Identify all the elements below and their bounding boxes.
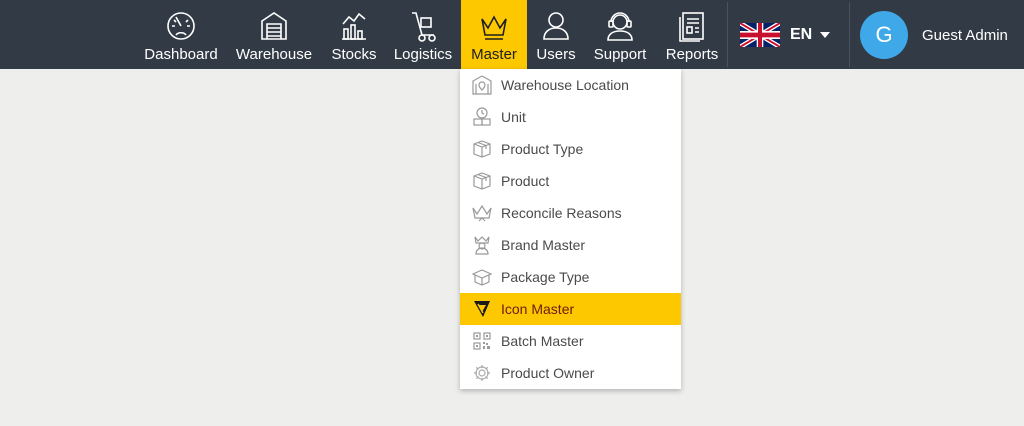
headset-icon — [603, 9, 637, 43]
master-dropdown-menu: Warehouse Location Unit Product Type Pro… — [460, 69, 681, 389]
nav-logistics-label: Logistics — [393, 46, 453, 63]
box-icon — [471, 139, 493, 159]
separator — [727, 2, 728, 67]
menu-item-brand-master[interactable]: Brand Master — [460, 229, 681, 261]
top-navigation-bar: Dashboard Warehouse Stocks Logistics Mas… — [0, 0, 1024, 69]
menu-item-reconcile-reasons[interactable]: Reconcile Reasons — [460, 197, 681, 229]
nav-dashboard[interactable]: Dashboard — [140, 0, 222, 69]
menu-item-icon-master[interactable]: Icon Master — [460, 293, 681, 325]
menu-item-label: Brand Master — [501, 237, 586, 253]
icon-master-logo-icon — [471, 299, 493, 319]
menu-item-unit[interactable]: Unit — [460, 101, 681, 133]
dashboard-gauge-icon — [164, 9, 198, 43]
language-selector[interactable]: EN — [739, 20, 831, 50]
menu-item-label: Batch Master — [501, 333, 584, 349]
menu-item-product[interactable]: Product — [460, 165, 681, 197]
menu-item-label: Package Type — [501, 269, 590, 285]
nav-master-label: Master — [471, 46, 517, 63]
stocks-chart-icon — [337, 9, 371, 43]
menu-item-product-type[interactable]: Product Type — [460, 133, 681, 165]
brand-icon — [471, 235, 493, 255]
nav-warehouse-label: Warehouse — [235, 46, 313, 63]
user-name: Guest Admin — [922, 26, 1008, 44]
nav-support-label: Support — [593, 46, 647, 63]
menu-item-label: Unit — [501, 109, 526, 125]
user-menu[interactable]: G Guest Admin — [860, 10, 1008, 60]
language-code: EN — [790, 26, 813, 43]
nav-reports-label: Reports — [665, 46, 719, 63]
menu-item-label: Product — [501, 173, 550, 189]
package-icon — [471, 267, 493, 287]
user-icon — [539, 9, 573, 43]
menu-item-warehouse-location[interactable]: Warehouse Location — [460, 69, 681, 101]
nav-logistics[interactable]: Logistics — [388, 0, 458, 69]
chevron-down-icon — [820, 32, 831, 38]
nav-users-label: Users — [536, 46, 576, 63]
gear-icon — [471, 363, 493, 383]
warehouse-location-icon — [471, 75, 493, 95]
nav-reports[interactable]: Reports — [660, 0, 724, 69]
menu-item-batch-master[interactable]: Batch Master — [460, 325, 681, 357]
report-icon — [675, 9, 709, 43]
avatar[interactable]: G — [860, 11, 908, 59]
warehouse-icon — [257, 9, 291, 43]
menu-item-label: Warehouse Location — [501, 77, 629, 93]
qr-code-icon — [471, 331, 493, 351]
menu-item-label: Product Owner — [501, 365, 595, 381]
menu-item-label: Product Type — [501, 141, 584, 157]
nav-dashboard-label: Dashboard — [144, 46, 218, 63]
separator — [849, 2, 850, 67]
crown-icon — [477, 9, 511, 43]
unit-scale-icon — [471, 107, 493, 127]
nav-stocks[interactable]: Stocks — [327, 0, 381, 69]
nav-master[interactable]: Master — [461, 0, 527, 69]
nav-users[interactable]: Users — [530, 0, 582, 69]
crown-icon — [471, 203, 493, 223]
menu-item-label: Reconcile Reasons — [501, 205, 622, 221]
menu-item-package-type[interactable]: Package Type — [460, 261, 681, 293]
menu-item-product-owner[interactable]: Product Owner — [460, 357, 681, 389]
nav-stocks-label: Stocks — [331, 46, 377, 63]
hand-truck-icon — [406, 9, 440, 43]
nav-support[interactable]: Support — [588, 0, 652, 69]
menu-item-label: Icon Master — [501, 301, 575, 317]
nav-warehouse[interactable]: Warehouse — [232, 0, 316, 69]
uk-flag-icon — [739, 20, 781, 50]
box-icon — [471, 171, 493, 191]
